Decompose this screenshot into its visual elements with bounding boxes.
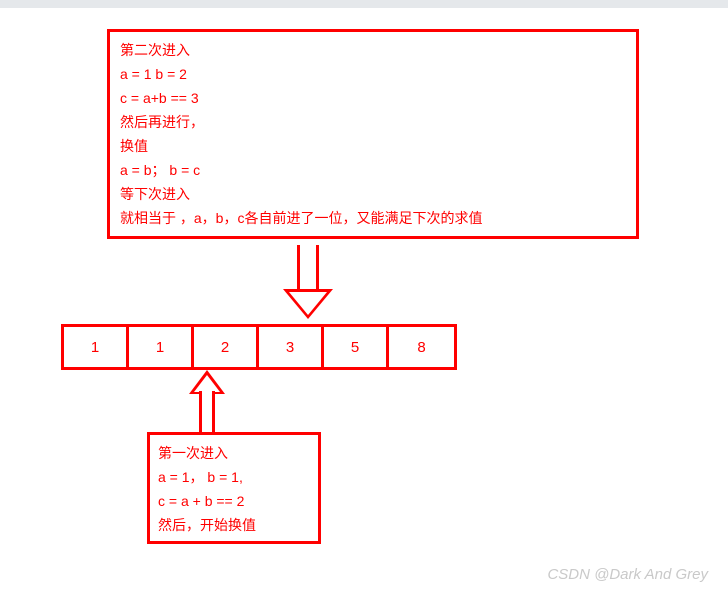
text-line: a = 1 b = 2 [120,62,626,86]
cell: 8 [389,327,454,367]
fibonacci-cells: 1 1 2 3 5 8 [61,324,457,370]
text-line: c = a+b == 3 [120,86,626,110]
text-line: 换值 [120,134,626,158]
cell: 5 [324,327,389,367]
text-line: c = a + b == 2 [158,489,310,513]
cell: 2 [194,327,259,367]
cell: 1 [64,327,129,367]
text-line: 第二次进入 [120,38,626,62]
cell: 1 [129,327,194,367]
text-line: a = 1， b = 1, [158,465,310,489]
text-line: 就相当于 ，a，b，c各自前进了一位，又能满足下次的求值 [120,206,626,230]
text-line: 然后再进行， [120,110,626,134]
cell: 3 [259,327,324,367]
text-line: 然后，开始换值 [158,513,310,537]
text-line: 第一次进入 [158,441,310,465]
top-bar [0,0,728,8]
first-iteration-box: 第一次进入 a = 1， b = 1, c = a + b == 2 然后，开始… [147,432,321,544]
text-line: a = b； b = c [120,158,626,182]
second-iteration-box: 第二次进入 a = 1 b = 2 c = a+b == 3 然后再进行， 换值… [107,29,639,239]
text-line: 等下次进入 [120,182,626,206]
watermark: CSDN @Dark And Grey [547,566,708,583]
